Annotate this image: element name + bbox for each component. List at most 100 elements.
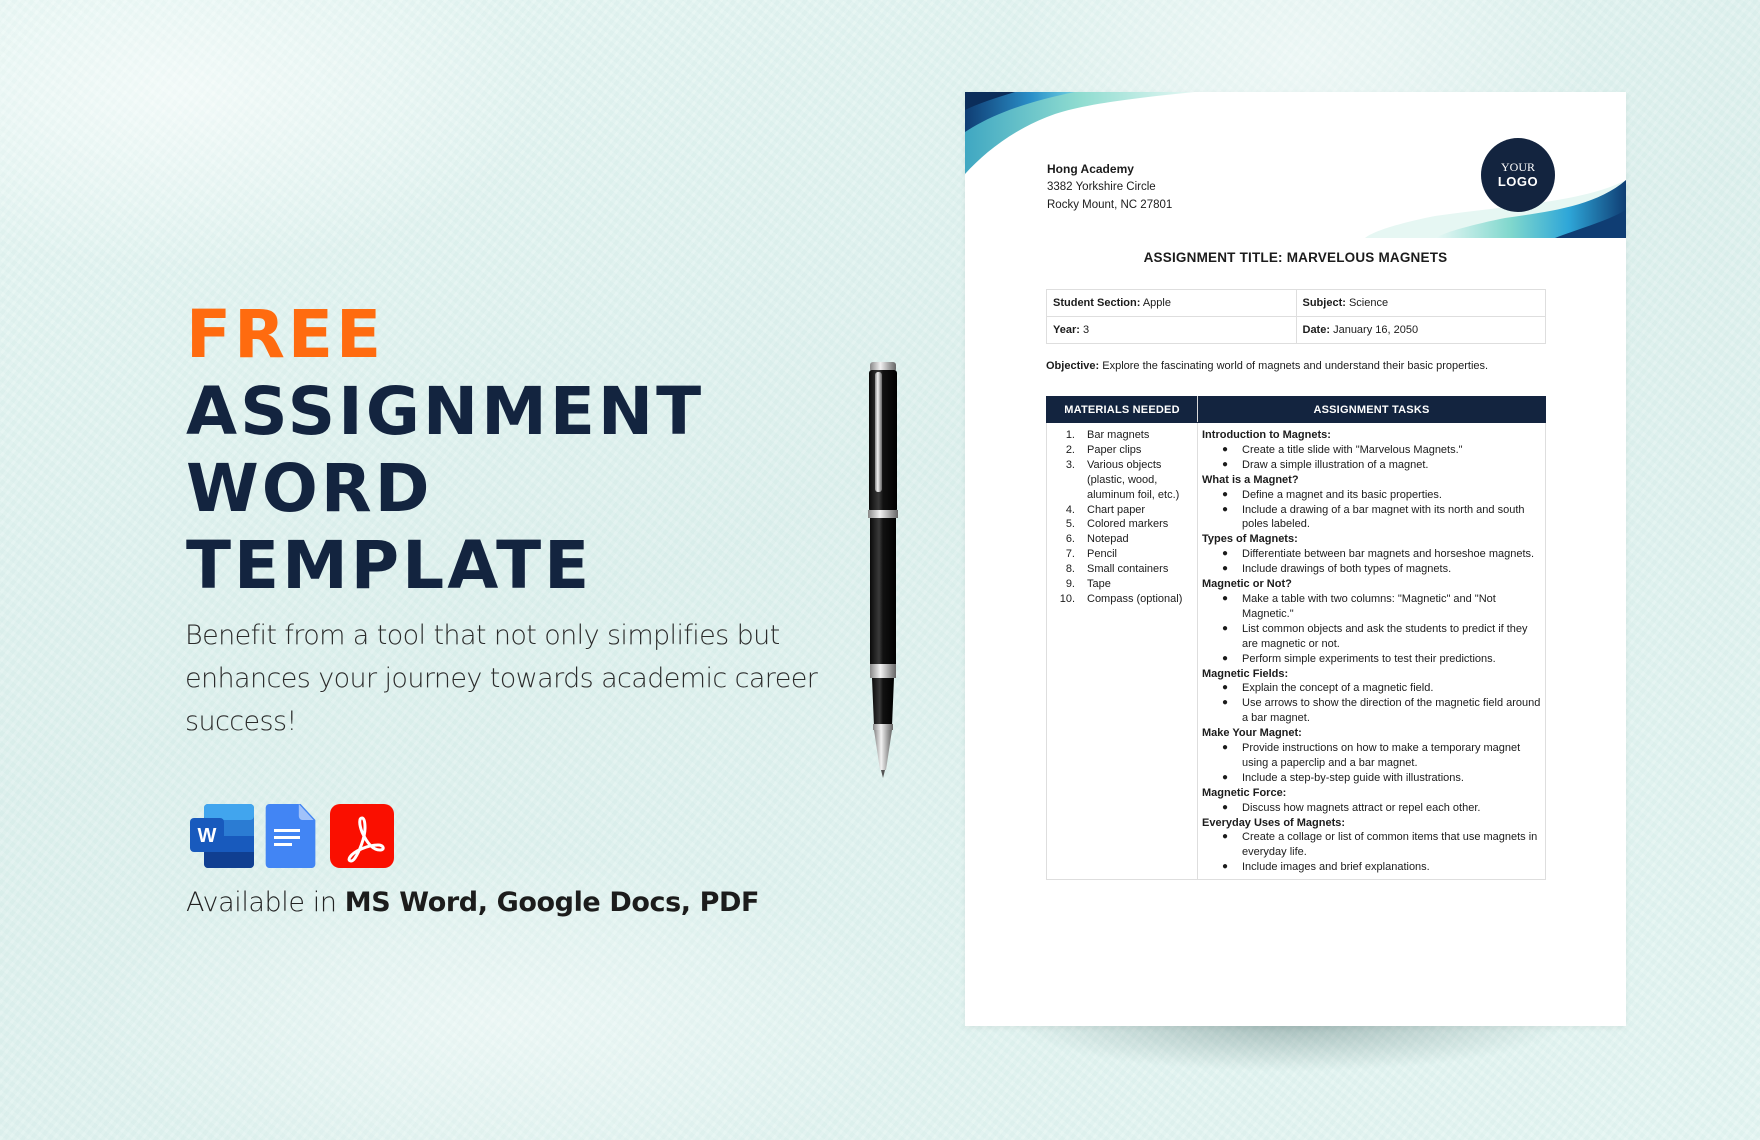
bullet-icon: ●: [1221, 831, 1228, 843]
material-text: Chart paper: [1087, 503, 1146, 516]
task-text: Explain the concept of a magnetic field.: [1242, 682, 1434, 695]
promo-tagline: Benefit from a tool that not only simpli…: [185, 620, 818, 737]
document-shadow: [1010, 1022, 1570, 1072]
value: Apple: [1142, 297, 1171, 309]
material-item: 5. Colored markers: [1051, 517, 1193, 532]
objective-text: Explore the fascinating world of magnets…: [1102, 360, 1489, 372]
task-text: Include drawings of both types of magnet…: [1242, 563, 1452, 576]
bullet-icon: ●: [1221, 488, 1228, 500]
logo-line-2: LOGO: [1497, 174, 1539, 189]
task-items: ● Explain the concept of a magnetic field…: [1202, 681, 1541, 726]
task-text: Create a collage or list of common items…: [1242, 831, 1538, 859]
material-number: 2.: [1065, 443, 1075, 456]
year-cell: Year: 3: [1046, 316, 1297, 344]
material-text: Pencil: [1087, 548, 1117, 561]
material-item: 4. Chart paper: [1051, 503, 1193, 518]
materials-tasks-table: MATERIALS NEEDED ASSIGNMENT TASKS 1. Bar …: [1046, 396, 1546, 881]
material-item: 1. Bar magnets: [1051, 428, 1193, 443]
value: Science: [1348, 297, 1389, 309]
task-item: ● Include images and brief explanations.: [1202, 860, 1541, 875]
svg-text:W: W: [198, 825, 217, 847]
task-text: Include a drawing of a bar magnet with i…: [1242, 503, 1525, 531]
available-prefix: Available in: [186, 887, 337, 918]
material-text: Paper clips: [1087, 443, 1142, 456]
org-name: Hong Academy: [1047, 162, 1134, 176]
task-item: ● Make a table with two columns: "Magneti…: [1202, 592, 1541, 622]
logo-line-1: YOUR: [1500, 160, 1535, 174]
task-item: ● Include a step-by-step guide with illus…: [1202, 771, 1541, 786]
task-items: ● Provide instructions on how to make a t…: [1202, 741, 1541, 786]
available-formats: MS Word, Google Docs, PDF: [344, 887, 760, 918]
headline-line-3: TEMPLATE: [186, 527, 593, 604]
format-icons: W: [190, 804, 394, 868]
task-items: ● Create a title slide with "Marvelous Ma…: [1202, 443, 1541, 473]
material-item: 9. Tape: [1051, 577, 1193, 592]
material-text: Colored markers: [1087, 518, 1169, 531]
material-text: Bar magnets: [1087, 429, 1150, 441]
task-text: Include images and brief explanations.: [1242, 861, 1430, 874]
task-item: ● Include a drawing of a bar magnet with …: [1202, 503, 1541, 533]
task-items: ● Make a table with two columns: "Magneti…: [1202, 592, 1541, 667]
label: Student Section:: [1053, 297, 1141, 309]
material-number: 10.: [1059, 592, 1075, 605]
task-heading: Magnetic Force:: [1202, 786, 1287, 799]
task-heading: What is a Magnet?: [1202, 473, 1299, 486]
label: Subject:: [1302, 297, 1346, 309]
material-number: 5.: [1065, 518, 1075, 531]
pdf-icon: [330, 804, 394, 868]
task-item: ● Provide instructions on how to make a t…: [1202, 741, 1541, 771]
bullet-icon: ●: [1221, 682, 1228, 694]
task-items: ● Discuss how magnets attract or repel ea…: [1202, 801, 1541, 816]
material-item: 8. Small containers: [1051, 562, 1193, 577]
task-heading: Make Your Magnet:: [1202, 727, 1302, 740]
material-text: Various objects (plastic, wood, aluminum…: [1087, 458, 1180, 501]
material-item: 7. Pencil: [1051, 547, 1193, 562]
headline-line-2: WORD: [186, 450, 433, 527]
task-text: Provide instructions on how to make a te…: [1242, 742, 1521, 769]
student-section-cell: Student Section: Apple: [1046, 289, 1297, 317]
material-number: 7.: [1065, 548, 1075, 561]
material-text: Compass (optional): [1087, 592, 1183, 605]
pen-image: [868, 362, 898, 778]
material-number: 3.: [1065, 458, 1075, 471]
label: Date:: [1302, 324, 1331, 336]
materials-list: 1. Bar magnets 2. Paper clips 3. Various obje…: [1051, 428, 1193, 607]
document-preview: Hong Academy 3382 Yorkshire Circle Rocky…: [965, 92, 1626, 1026]
ms-word-icon: W: [190, 804, 254, 868]
bullet-icon: ●: [1221, 503, 1228, 515]
task-text: Create a title slide with "Marvelous Mag…: [1242, 443, 1463, 456]
value: 3: [1082, 324, 1090, 336]
bullet-icon: ●: [1221, 592, 1228, 604]
task-items: ● Differentiate between bar magnets and h…: [1202, 547, 1541, 577]
material-item: 3. Various objects (plastic, wood, alumin…: [1051, 458, 1193, 503]
material-text: Notepad: [1087, 533, 1129, 546]
material-number: 9.: [1065, 578, 1075, 591]
task-items: ● Define a magnet and its basic propertie…: [1202, 488, 1541, 533]
material-item: 2. Paper clips: [1051, 443, 1193, 458]
task-text: List common objects and ask the students…: [1242, 622, 1528, 650]
objective: Objective: Explore the fascinating world…: [1046, 360, 1488, 372]
task-heading: Magnetic or Not?: [1202, 578, 1292, 591]
assignment-title: ASSIGNMENT TITLE: MARVELOUS MAGNETS: [1143, 250, 1448, 265]
task-heading: Types of Magnets:: [1202, 533, 1298, 546]
task-item: ● Include drawings of both types of magne…: [1202, 562, 1541, 577]
task-item: ● List common objects and ask the student…: [1202, 622, 1541, 652]
bullet-icon: ●: [1221, 801, 1228, 813]
task-text: Define a magnet and its basic properties…: [1242, 488, 1442, 501]
bullet-icon: ●: [1221, 563, 1228, 575]
task-heading: Introduction to Magnets:: [1202, 429, 1331, 441]
tasks-cell: Introduction to Magnets: ● Create a title …: [1197, 421, 1546, 881]
task-text: Use arrows to show the direction of the …: [1242, 697, 1541, 725]
materials-header: MATERIALS NEEDED: [1046, 396, 1198, 423]
bullet-icon: ●: [1221, 742, 1228, 754]
material-text: Small containers: [1087, 563, 1169, 576]
task-item: ● Differentiate between bar magnets and h…: [1202, 547, 1541, 562]
bullet-icon: ●: [1221, 771, 1228, 783]
task-item: ● Create a collage or list of common item…: [1202, 830, 1541, 860]
tasks-header: ASSIGNMENT TASKS: [1197, 396, 1546, 423]
task-text: Draw a simple illustration of a magnet.: [1242, 458, 1429, 471]
bullet-icon: ●: [1221, 697, 1228, 709]
org-address-line-1: 3382 Yorkshire Circle: [1047, 181, 1156, 193]
task-item: ● Draw a simple illustration of a magnet.: [1202, 458, 1541, 473]
bullet-icon: ●: [1221, 443, 1228, 455]
